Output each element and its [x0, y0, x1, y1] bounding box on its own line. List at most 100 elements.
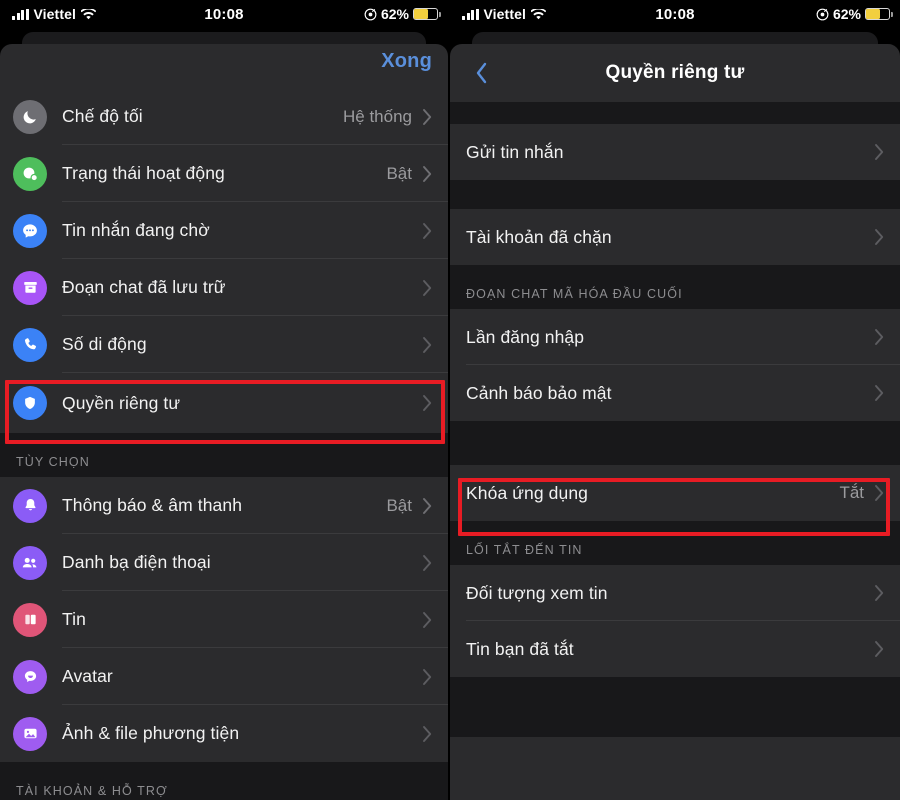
row-value: Tắt [839, 483, 864, 502]
row-value: Hệ thống [343, 106, 412, 126]
row-label: Tài khoản đã chặn [466, 226, 612, 247]
row-label: Avatar [62, 666, 113, 686]
section-header-encrypted-chats: ĐOẠN CHAT MÃ HÓA ĐẦU CUỐI [450, 265, 900, 309]
settings-row-photos-media[interactable]: Ảnh & file phương tiện [0, 705, 448, 762]
chevron-right-icon [422, 279, 433, 297]
chevron-right-icon [422, 668, 433, 686]
right-phone-screen: Viettel 10:08 62% Quyền riêng tư Gửi tin… [450, 0, 900, 800]
chevron-right-icon [874, 484, 885, 502]
photos-icon [13, 716, 47, 751]
chevron-right-icon [422, 108, 433, 126]
chevron-right-icon [874, 228, 885, 246]
settings-row-login-sessions[interactable]: Lần đăng nhập [450, 309, 900, 365]
avatar-icon [13, 659, 47, 694]
section-header-story-shortcuts: LỐI TẮT ĐẾN TIN [450, 521, 900, 565]
list-gap [450, 180, 900, 209]
chevron-left-icon [476, 62, 486, 84]
row-label: Khóa ứng dụng [466, 482, 589, 503]
status-bar-clock: 10:08 [655, 5, 695, 23]
archive-icon [13, 270, 47, 305]
settings-row-phone-number[interactable]: Số di động [0, 316, 448, 373]
chat-bubble-icon [13, 213, 47, 248]
navigation-header: Quyền riêng tư [450, 44, 900, 102]
row-label: Số di động [62, 334, 147, 354]
chevron-right-icon [422, 336, 433, 354]
section-header-account-support: TÀI KHOẢN & HỖ TRỢ [0, 762, 448, 800]
shield-icon [13, 386, 47, 420]
settings-row-privacy[interactable]: Quyền riêng tư [0, 373, 448, 433]
bell-icon [13, 488, 47, 523]
settings-row-stories[interactable]: Tin [0, 591, 448, 648]
settings-list-primary: Chế độ tối Hệ thống Trạng thái hoạt động… [0, 88, 448, 800]
row-label: Chế độ tối [62, 106, 143, 126]
privacy-group-stories: Đối tượng xem tin Tin bạn đã tắt [450, 565, 900, 677]
settings-row-notifications[interactable]: Thông báo & âm thanh Bật [0, 477, 448, 534]
row-label: Đối tượng xem tin [466, 582, 608, 603]
chevron-right-icon [874, 384, 885, 402]
privacy-group-encrypted: Lần đăng nhập Cảnh báo bảo mật [450, 309, 900, 421]
row-value: Bật [386, 495, 412, 515]
row-label: Tin bạn đã tắt [466, 638, 574, 659]
done-button[interactable]: Xong [381, 50, 432, 73]
row-label: Đoạn chat đã lưu trữ [62, 277, 226, 297]
chevron-right-icon [422, 611, 433, 629]
status-bar-right: Viettel 10:08 62% [450, 0, 900, 28]
section-header-options: TÙY CHỌN [0, 433, 448, 477]
settings-row-contacts[interactable]: Danh bạ điện thoại [0, 534, 448, 591]
row-label: Ảnh & file phương tiện [62, 723, 240, 743]
row-label: Trạng thái hoạt động [62, 163, 225, 183]
settings-row-send-messages[interactable]: Gửi tin nhắn [450, 124, 900, 180]
status-bar-clock: 10:08 [204, 5, 244, 23]
moon-icon [13, 99, 47, 134]
settings-row-story-audience[interactable]: Đối tượng xem tin [450, 565, 900, 621]
settings-row-dark-mode[interactable]: Chế độ tối Hệ thống [0, 88, 448, 145]
battery-icon [413, 8, 441, 20]
chevron-right-icon [874, 640, 885, 658]
modal-header: Xong [0, 44, 448, 88]
settings-modal-sheet: Xong Chế độ tối Hệ thống Trạng thái hoạt… [0, 44, 448, 800]
settings-row-app-lock[interactable]: Khóa ứng dụng Tắt [450, 465, 900, 521]
list-gap [450, 421, 900, 465]
dual-screenshot-comparison: Viettel 10:08 62% Xong Chế độ tối Hệ thố… [0, 0, 900, 800]
chevron-right-icon [422, 394, 433, 412]
back-button[interactable] [470, 60, 492, 86]
settings-row-avatar[interactable]: Avatar [0, 648, 448, 705]
row-label: Gửi tin nhắn [466, 141, 564, 162]
list-gap [450, 102, 900, 124]
row-label: Quyền riêng tư [62, 392, 181, 413]
settings-row-security-alerts[interactable]: Cảnh báo bảo mật [450, 365, 900, 421]
battery-icon [865, 8, 893, 20]
settings-row-blocked-accounts[interactable]: Tài khoản đã chặn [450, 209, 900, 265]
chevron-right-icon [422, 554, 433, 572]
chevron-right-icon [874, 328, 885, 346]
list-gap-bottom [450, 677, 900, 737]
privacy-group-app-lock: Khóa ứng dụng Tắt [450, 465, 900, 521]
contacts-icon [13, 545, 47, 580]
settings-row-archived-chats[interactable]: Đoạn chat đã lưu trữ [0, 259, 448, 316]
chevron-right-icon [874, 143, 885, 161]
page-title: Quyền riêng tư [605, 62, 745, 83]
chevron-right-icon [422, 165, 433, 183]
chevron-right-icon [422, 725, 433, 743]
chevron-right-icon [874, 584, 885, 602]
status-bar-left: Viettel 10:08 62% [0, 0, 448, 28]
row-label: Cảnh báo bảo mật [466, 382, 612, 403]
phone-icon [13, 327, 47, 362]
left-phone-screen: Viettel 10:08 62% Xong Chế độ tối Hệ thố… [0, 0, 450, 800]
privacy-detail-sheet: Quyền riêng tư Gửi tin nhắn Tài khoản đã… [450, 44, 900, 800]
row-label: Thông báo & âm thanh [62, 495, 243, 515]
privacy-group-blocked: Tài khoản đã chặn [450, 209, 900, 265]
row-label: Danh bạ điện thoại [62, 552, 211, 572]
settings-row-muted-stories[interactable]: Tin bạn đã tắt [450, 621, 900, 677]
privacy-group-messaging: Gửi tin nhắn [450, 124, 900, 180]
row-label: Tin nhắn đang chờ [62, 220, 210, 240]
row-label: Lần đăng nhập [466, 326, 585, 347]
active-status-icon [13, 156, 47, 191]
row-value: Bật [386, 163, 412, 183]
chevron-right-icon [422, 497, 433, 515]
settings-row-message-requests[interactable]: Tin nhắn đang chờ [0, 202, 448, 259]
chevron-right-icon [422, 222, 433, 240]
settings-row-active-status[interactable]: Trạng thái hoạt động Bật [0, 145, 448, 202]
stories-icon [13, 602, 47, 637]
row-label: Tin [62, 609, 86, 629]
